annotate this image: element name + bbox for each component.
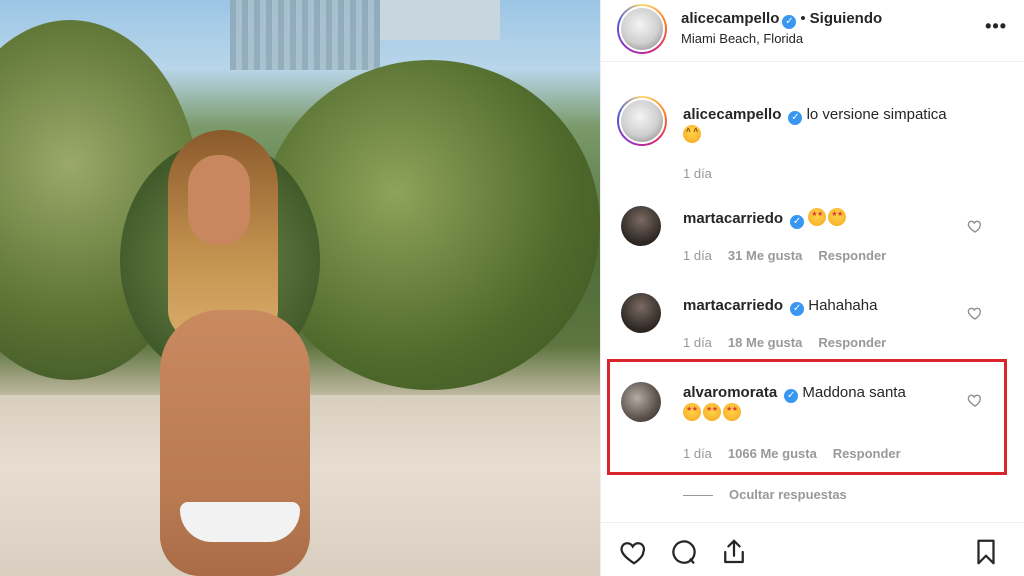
- star-struck-emoji-icon: [828, 208, 847, 226]
- caption-avatar[interactable]: [617, 96, 667, 146]
- comment-time[interactable]: 1 día: [683, 248, 712, 263]
- verified-badge-icon: ✓: [782, 15, 797, 29]
- comment-text: Hahahaha: [808, 297, 878, 314]
- comment-time[interactable]: 1 día: [683, 335, 712, 350]
- comment-icon[interactable]: [669, 537, 699, 567]
- comment-text-block: martacarriedo ✓: [683, 208, 848, 229]
- header-username[interactable]: alicecampello: [681, 10, 779, 27]
- replies-divider-line: [683, 495, 713, 497]
- person-figure: [150, 130, 340, 576]
- caption: alicecampello ✓ lo versione simpatica 1 d…: [601, 62, 1024, 192]
- post-actions-bar: [601, 522, 1024, 576]
- hide-replies-label: Ocultar respuestas: [729, 487, 847, 502]
- header-user-line: alicecampello ✓ • Siguiendo: [681, 9, 882, 29]
- location-link[interactable]: Miami Beach, Florida: [681, 31, 803, 46]
- comment-item: martacarriedo ✓ 1 día 31 Me gusta Responder: [601, 192, 1024, 278]
- comment-like-heart-icon[interactable]: [967, 305, 983, 321]
- bikini: [180, 502, 300, 542]
- verified-badge-icon: ✓: [788, 111, 803, 125]
- following-button[interactable]: Siguiendo: [810, 10, 883, 27]
- heart-icon[interactable]: [619, 537, 649, 567]
- hide-replies-button[interactable]: Ocultar respuestas: [683, 487, 847, 502]
- building-background: [230, 0, 380, 70]
- more-options-icon[interactable]: •••: [985, 16, 1007, 37]
- caption-time[interactable]: 1 día: [683, 166, 712, 181]
- building-background-2: [380, 0, 500, 40]
- bookmark-icon[interactable]: [971, 537, 1001, 567]
- share-icon[interactable]: [719, 537, 749, 567]
- header-avatar[interactable]: [617, 4, 667, 54]
- comment-username[interactable]: martacarriedo: [683, 297, 783, 314]
- post-detail-panel: alicecampello ✓ • Siguiendo Miami Beach, Fl…: [600, 0, 1024, 576]
- comment-avatar[interactable]: [621, 293, 661, 333]
- laughing-emoji-icon: [683, 125, 701, 143]
- reply-button[interactable]: Responder: [818, 248, 886, 263]
- comment-meta: 1 día 18 Me gusta Responder: [683, 335, 902, 350]
- star-struck-emoji-icon: [808, 208, 827, 226]
- verified-badge-icon: ✓: [790, 302, 805, 316]
- comment-like-heart-icon[interactable]: [967, 218, 983, 234]
- caption-text-block: alicecampello ✓ lo versione simpatica: [683, 104, 1003, 146]
- red-highlight-box: [607, 359, 1007, 475]
- separator-dot: •: [800, 10, 806, 27]
- comment-likes[interactable]: 18 Me gusta: [728, 335, 802, 350]
- comment-likes[interactable]: 31 Me gusta: [728, 248, 802, 263]
- comment-avatar[interactable]: [621, 206, 661, 246]
- comment-item: martacarriedo ✓ Hahahaha 1 día 18 Me gusta…: [601, 279, 1024, 365]
- post-header: alicecampello ✓ • Siguiendo Miami Beach, Fl…: [601, 0, 1024, 62]
- reply-button[interactable]: Responder: [818, 335, 886, 350]
- comment-text-block: martacarriedo ✓ Hahahaha: [683, 295, 877, 316]
- comment-username[interactable]: martacarriedo: [683, 210, 783, 227]
- caption-username[interactable]: alicecampello: [683, 106, 781, 123]
- verified-badge-icon: ✓: [790, 215, 805, 229]
- post-photo[interactable]: [0, 0, 600, 576]
- face: [188, 155, 250, 245]
- comment-meta: 1 día 31 Me gusta Responder: [683, 248, 902, 263]
- caption-meta: 1 día: [683, 166, 728, 181]
- caption-text: lo versione simpatica: [806, 106, 947, 123]
